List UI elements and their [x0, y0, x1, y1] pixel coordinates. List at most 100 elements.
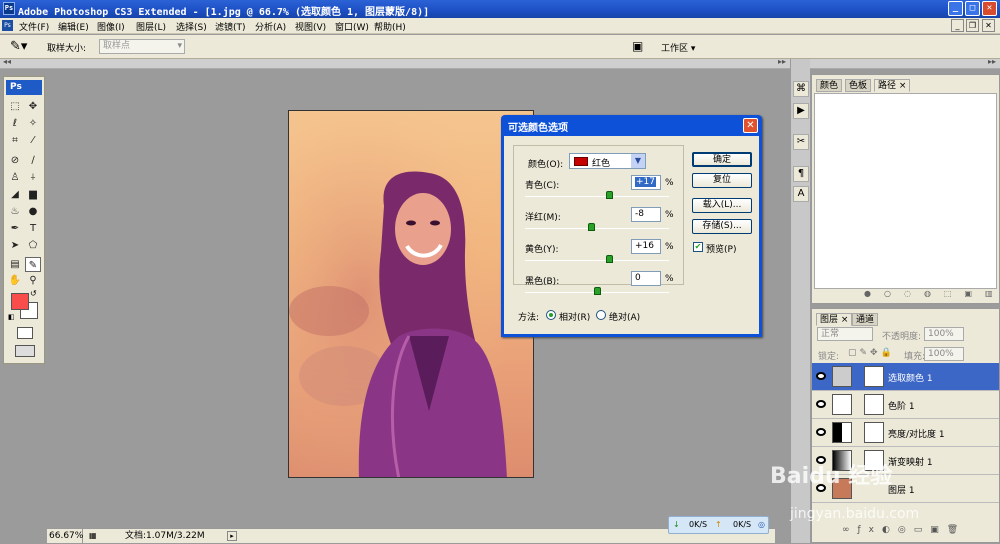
history-brush-tool-icon[interactable]: ⍭	[25, 170, 41, 185]
tab-paths[interactable]: 路径 ×	[874, 79, 911, 92]
actions-icon[interactable]: ▶	[793, 103, 809, 119]
move-tool-icon[interactable]: ✥	[25, 99, 41, 114]
cyan-slider-track[interactable]	[525, 196, 669, 197]
reset-button[interactable]: 复位	[692, 173, 752, 188]
screen-mode-icon[interactable]	[15, 345, 35, 357]
mask-thumbnail[interactable]	[864, 394, 884, 415]
paths-list[interactable]	[814, 93, 997, 289]
hand-tool-icon[interactable]: ✋	[7, 273, 23, 288]
visibility-eye-icon[interactable]	[816, 372, 826, 380]
black-field[interactable]: 0	[631, 271, 661, 286]
type-tool-icon[interactable]: T	[25, 221, 41, 236]
magic-wand-tool-icon[interactable]: ✧	[25, 116, 41, 131]
menu-layer[interactable]: 图层(L)	[136, 20, 166, 33]
mask-thumbnail[interactable]	[864, 422, 884, 443]
tab-layers[interactable]: 图层 ×	[816, 313, 853, 326]
menu-select[interactable]: 选择(S)	[176, 20, 207, 33]
notes-tool-icon[interactable]: ▤	[7, 257, 23, 272]
tab-swatches[interactable]: 色板	[845, 79, 872, 92]
preview-checkbox[interactable]: ✔	[693, 242, 703, 252]
lock-icons[interactable]: ▢✎✥🔒	[848, 348, 895, 358]
swap-colors-icon[interactable]: ↺	[30, 289, 37, 298]
healing-brush-tool-icon[interactable]: ⊘	[7, 153, 23, 168]
menu-analysis[interactable]: 分析(A)	[255, 20, 286, 33]
blend-mode-select[interactable]: 正常	[817, 327, 873, 341]
minimize-button[interactable]: _	[948, 1, 963, 16]
doc-minimize-button[interactable]: _	[951, 19, 964, 32]
visibility-eye-icon[interactable]	[816, 428, 826, 436]
default-colors-icon[interactable]: ◧	[8, 313, 15, 321]
character-icon[interactable]: A	[793, 186, 809, 202]
path-selection-tool-icon[interactable]: ➤	[7, 238, 23, 253]
paths-footer-icons[interactable]: ●○◌◍⬚▣▥	[864, 289, 1000, 298]
chevron-down-icon[interactable]: ▼	[631, 154, 645, 168]
dodge-tool-icon[interactable]: ●	[25, 204, 41, 219]
layers-footer-icons[interactable]: ∞ƒx◐◎▭▣🗑	[842, 525, 966, 535]
marquee-tool-icon[interactable]: ⬚	[7, 99, 23, 114]
doc-restore-button[interactable]: ❐	[966, 19, 979, 32]
dialog-close-button[interactable]: ✕	[743, 118, 758, 133]
doc-close-button[interactable]: ✕	[982, 19, 995, 32]
navigator-icon[interactable]: ⌘	[793, 81, 809, 97]
doc-icon[interactable]: Ps	[2, 20, 13, 31]
sample-size-select[interactable]: 取样点 ▾	[99, 39, 185, 54]
ok-button[interactable]: 确定	[692, 152, 752, 167]
network-speed-widget[interactable]: ↓ 0K/S ↑ 0K/S ◎	[668, 516, 769, 534]
eyedropper-tool-icon[interactable]: ✎▾	[10, 39, 27, 54]
zoom-tool-icon[interactable]: ⚲	[25, 273, 41, 288]
status-menu-arrow-icon[interactable]: ▸	[227, 531, 237, 541]
opacity-field[interactable]: 100%	[924, 327, 964, 341]
relative-radio[interactable]	[546, 310, 556, 320]
layer-row[interactable]: 亮度/对比度 1	[812, 419, 999, 447]
menu-file[interactable]: 文件(F)	[19, 20, 49, 33]
magenta-field[interactable]: -8	[631, 207, 661, 222]
magenta-slider-track[interactable]	[525, 228, 669, 229]
eraser-tool-icon[interactable]: ◢	[7, 187, 23, 202]
yellow-slider-thumb[interactable]	[605, 255, 613, 263]
layer-row[interactable]: 选取颜色 1	[812, 363, 999, 391]
paragraph-icon[interactable]: ¶	[793, 166, 809, 182]
lasso-tool-icon[interactable]: ℓ	[7, 116, 23, 131]
document-canvas[interactable]	[288, 110, 534, 478]
absolute-radio[interactable]	[596, 310, 606, 320]
clone-stamp-tool-icon[interactable]: ♙	[7, 170, 23, 185]
blur-tool-icon[interactable]: ♨	[7, 204, 23, 219]
visibility-eye-icon[interactable]	[816, 400, 826, 408]
maximize-button[interactable]: □	[965, 1, 980, 16]
zoom-level[interactable]: 66.67%	[47, 529, 83, 544]
tab-channels[interactable]: 通道	[852, 313, 879, 326]
expand-right-icon[interactable]: ▸▸	[778, 57, 786, 66]
yellow-field[interactable]: +16	[631, 239, 661, 254]
menu-view[interactable]: 视图(V)	[295, 20, 326, 33]
menu-edit[interactable]: 编辑(E)	[58, 20, 89, 33]
camera-icon[interactable]: ▣	[632, 39, 643, 53]
status-icon[interactable]: ▦	[89, 531, 97, 540]
layer-row[interactable]: 色阶 1	[812, 391, 999, 419]
quick-mask-icon[interactable]	[17, 327, 33, 339]
black-slider-thumb[interactable]	[594, 287, 601, 295]
mask-thumbnail[interactable]	[864, 366, 884, 387]
shape-tool-icon[interactable]: ⬠	[25, 238, 41, 253]
fill-field[interactable]: 100%	[924, 347, 964, 361]
slice-tool-icon[interactable]: ⁄	[25, 133, 41, 148]
collapse-right-icon[interactable]: ▸▸	[988, 57, 996, 66]
collapse-left-icon[interactable]: ◂◂	[3, 57, 11, 66]
menu-window[interactable]: 窗口(W)	[335, 20, 369, 33]
cyan-field[interactable]: +17	[631, 175, 661, 190]
menu-image[interactable]: 图像(I)	[97, 20, 125, 33]
tab-color[interactable]: 颜色	[816, 79, 843, 92]
close-button[interactable]: ✕	[982, 1, 997, 16]
brush-tool-icon[interactable]: ∕	[25, 153, 41, 168]
save-button[interactable]: 存储(S)...	[692, 219, 752, 234]
menu-help[interactable]: 帮助(H)	[374, 20, 406, 33]
menu-filter[interactable]: 滤镜(T)	[215, 20, 246, 33]
gradient-tool-icon[interactable]: ▆	[25, 187, 41, 202]
cyan-slider-thumb[interactable]	[606, 191, 614, 199]
load-button[interactable]: 载入(L)...	[692, 198, 752, 213]
yellow-slider-track[interactable]	[525, 260, 669, 261]
foreground-color-swatch[interactable]	[11, 293, 29, 310]
color-select[interactable]: 红色 ▼	[569, 153, 646, 169]
eyedropper-tool-icon[interactable]: ✎	[25, 257, 41, 272]
crop-tool-icon[interactable]: ⌗	[7, 133, 23, 148]
magenta-slider-thumb[interactable]	[588, 223, 596, 231]
